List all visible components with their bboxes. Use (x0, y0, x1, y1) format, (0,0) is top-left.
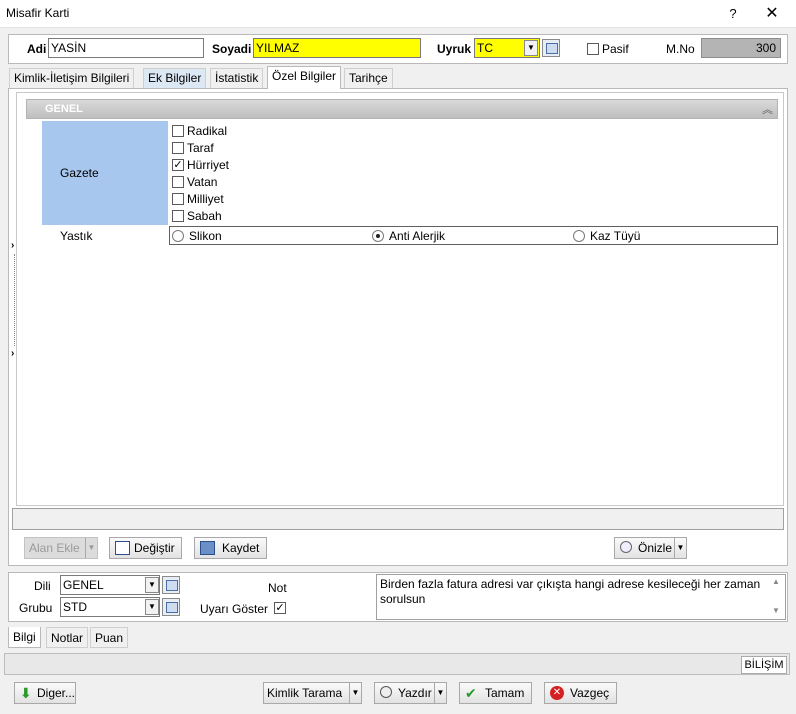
grubu-label: Grubu (19, 601, 53, 615)
mno-field: 300 (701, 38, 781, 58)
radio-label-kaz-tuyu: Kaz Tüyü (590, 229, 641, 243)
tamam-button[interactable]: ✔ Tamam (459, 682, 532, 704)
group-header[interactable] (26, 99, 778, 119)
chevron-down-icon[interactable]: ▼ (674, 538, 686, 558)
title-bar (0, 0, 796, 28)
yazdir-button[interactable]: Yazdır ▼ (374, 682, 447, 704)
tab-bilgi[interactable]: Bilgi (8, 627, 41, 648)
radio-kaz-tuyu[interactable] (573, 230, 585, 242)
chevron-down-icon[interactable]: ▼ (85, 538, 97, 558)
yastik-label: Yastık (60, 229, 93, 243)
tab-tarihce[interactable]: Tarihçe (344, 68, 393, 88)
uyruk-label: Uyruk (437, 42, 472, 56)
option-label: Taraf (187, 141, 214, 155)
tab-kimlik-iletisim[interactable]: Kimlik-İletişim Bilgileri (9, 68, 135, 88)
radio-anti-alerjik[interactable] (372, 230, 384, 242)
print-icon (380, 686, 392, 698)
uyruk-dropdown-button[interactable]: ▼ (524, 40, 538, 56)
button-label: Kimlik Tarama (267, 686, 343, 700)
checkbox[interactable] (172, 176, 184, 188)
uyari-goster-checkbox[interactable]: ✓ (274, 602, 286, 614)
option-label: Sabah (187, 209, 222, 223)
soyadi-input[interactable]: YILMAZ (253, 38, 421, 58)
radio-label-slikon: Slikon (189, 229, 222, 243)
arrow-down-icon: ⬇ (20, 685, 32, 701)
pasif-label: Pasif (602, 42, 629, 56)
alan-ekle-button[interactable]: Alan Ekle ▼ (24, 537, 98, 559)
button-label: Vazgeç (570, 686, 610, 700)
option-label: Milliyet (187, 192, 224, 206)
tab-istatistik[interactable]: İstatistik (210, 68, 264, 88)
kaydet-button[interactable]: Kaydet (194, 537, 267, 559)
option-label: Hürriyet (187, 158, 230, 172)
scroll-down-icon[interactable]: ▼ (772, 606, 780, 615)
tab-ek-bilgiler[interactable]: Ek Bilgiler (143, 68, 207, 88)
checkmark-icon: ✔ (465, 685, 477, 701)
uyari-goster-label: Uyarı Göster (200, 602, 269, 616)
uyruk-lookup-icon[interactable] (542, 39, 560, 57)
mno-label: M.No (666, 42, 695, 56)
soyadi-label: Soyadi (212, 42, 252, 56)
chevron-right-icon[interactable]: › (11, 348, 14, 359)
pasif-checkbox[interactable] (587, 43, 599, 55)
button-label: Kaydet (222, 541, 260, 555)
group-title: GENEL (45, 103, 83, 115)
adi-input[interactable]: YASİN (48, 38, 204, 58)
dili-lookup-icon[interactable] (162, 576, 180, 594)
yastik-radio-group (169, 226, 778, 245)
button-label: Yazdır (398, 686, 432, 700)
status-field (12, 508, 784, 530)
onizle-button[interactable]: Önizle ▼ (614, 537, 687, 559)
scroll-up-icon[interactable]: ▲ (772, 577, 780, 586)
grubu-dropdown-button[interactable]: ▼ (145, 599, 159, 615)
dili-label: Dili (34, 579, 51, 593)
checkbox-checked[interactable]: ✓ (172, 159, 184, 171)
kimlik-tarama-button[interactable]: Kimlik Tarama ▼ (263, 682, 362, 704)
option-label: Vatan (187, 175, 218, 189)
checkbox[interactable] (172, 193, 184, 205)
splitter-handle[interactable] (14, 254, 15, 346)
button-label: Önizle (638, 541, 673, 555)
chevron-down-icon[interactable]: ▼ (434, 683, 446, 703)
vazgec-button[interactable]: ✕ Vazgeç (544, 682, 617, 704)
preview-icon (620, 541, 632, 553)
adi-label: Adi (27, 42, 47, 56)
button-label: Diger... (37, 686, 76, 700)
chevron-right-icon[interactable]: › (11, 240, 14, 251)
gazete-label: Gazete (60, 166, 99, 180)
status-bar (4, 653, 790, 675)
checkbox[interactable] (172, 125, 184, 137)
window-title: Misafir Karti (6, 6, 70, 20)
double-chevron-up-icon[interactable]: ︽ (762, 101, 773, 117)
note-textarea[interactable]: Birden fazla fatura adresi var çıkışta h… (376, 574, 786, 620)
radio-slikon[interactable] (172, 230, 184, 242)
not-label: Not (268, 581, 287, 595)
button-label: Tamam (485, 686, 525, 700)
degistir-button[interactable]: Değiştir (109, 537, 182, 559)
diger-button[interactable]: ⬇ Diger... (14, 682, 76, 704)
tab-ozel-bilgiler[interactable]: Özel Bilgiler (267, 66, 342, 89)
save-icon (200, 541, 215, 555)
option-label: Radikal (187, 124, 228, 138)
chevron-down-icon[interactable]: ▼ (349, 683, 361, 703)
brand-label: BİLİŞİM (741, 656, 787, 674)
checkbox[interactable] (172, 210, 184, 222)
cancel-icon: ✕ (550, 686, 564, 700)
button-label: Değiştir (134, 541, 175, 555)
tab-notlar[interactable]: Notlar (46, 627, 89, 648)
edit-icon (115, 541, 130, 555)
grubu-lookup-icon[interactable] (162, 598, 180, 616)
help-button[interactable]: ? (722, 4, 744, 24)
radio-label-anti-alerjik: Anti Alerjik (389, 229, 446, 243)
button-label: Alan Ekle (29, 541, 80, 555)
close-button[interactable]: ✕ (758, 3, 786, 25)
checkbox[interactable] (172, 142, 184, 154)
tab-puan[interactable]: Puan (90, 627, 129, 648)
dili-dropdown-button[interactable]: ▼ (145, 577, 159, 593)
